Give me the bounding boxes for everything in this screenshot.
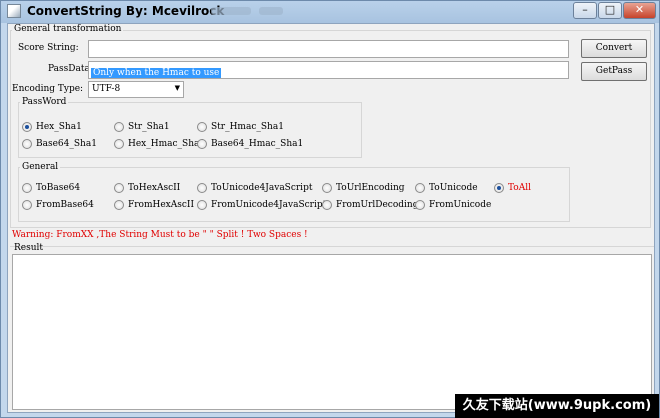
radio-hex-sha1[interactable]: Hex_Sha1 xyxy=(22,122,82,132)
radio-fromurldecoding[interactable]: FromUrlDecoding xyxy=(322,200,418,210)
site-watermark: 久友下载站(www.9upk.com) xyxy=(455,394,659,418)
radio-label: Str_Hmac_Sha1 xyxy=(211,122,284,132)
radio-indicator xyxy=(197,200,207,210)
radio-label: FromUrlDecoding xyxy=(336,200,419,210)
general-group-label: General xyxy=(20,162,61,172)
radio-indicator xyxy=(22,200,32,210)
radio-hex-hmac-sha1[interactable]: Hex_Hmac_Sha1 xyxy=(114,139,205,149)
app-icon xyxy=(7,4,21,18)
score-string-input[interactable] xyxy=(88,40,569,58)
title-blur xyxy=(211,7,251,15)
radio-indicator xyxy=(114,122,124,132)
password-group-label: PassWord xyxy=(20,97,69,107)
encoding-value: UTF-8 xyxy=(92,84,121,94)
radio-label: FromUnicode xyxy=(429,200,492,210)
radio-label: Hex_Sha1 xyxy=(36,122,82,132)
chevron-down-icon: ▼ xyxy=(174,84,180,92)
radio-label: ToUrlEncoding xyxy=(336,183,405,193)
radio-label: ToAll xyxy=(508,183,531,193)
radio-tobase64[interactable]: ToBase64 xyxy=(22,183,80,193)
radio-tourlencoding[interactable]: ToUrlEncoding xyxy=(322,183,405,193)
divider xyxy=(10,246,654,247)
radio-fromunicode[interactable]: FromUnicode xyxy=(415,200,491,210)
radio-tounicode[interactable]: ToUnicode xyxy=(415,183,478,193)
title-bar[interactable]: ConvertString By: Mcevilrock – □ ✕ xyxy=(1,1,659,22)
radio-label: FromBase64 xyxy=(36,200,94,210)
radio-label: ToUnicode4JavaScript xyxy=(211,183,313,193)
radio-str-hmac-sha1[interactable]: Str_Hmac_Sha1 xyxy=(197,122,284,132)
radio-label: FromUnicode4JavaScript xyxy=(211,200,327,210)
radio-base64-hmac-sha1[interactable]: Base64_Hmac_Sha1 xyxy=(197,139,303,149)
passdata-value: Only when the Hmac to use xyxy=(91,68,222,78)
radio-indicator xyxy=(114,200,124,210)
radio-indicator xyxy=(22,122,32,132)
radio-tohexascii[interactable]: ToHexAscII xyxy=(114,183,180,193)
radio-indicator xyxy=(114,139,124,149)
title-blur xyxy=(259,7,283,15)
radio-indicator xyxy=(415,200,425,210)
score-label: Score String: xyxy=(18,43,79,53)
radio-indicator xyxy=(197,139,207,149)
radio-toall[interactable]: ToAll xyxy=(494,183,531,193)
radio-label: ToBase64 xyxy=(36,183,81,193)
radio-fromunicode4javascript[interactable]: FromUnicode4JavaScript xyxy=(197,200,326,210)
radio-str-sha1[interactable]: Str_Sha1 xyxy=(114,122,170,132)
radio-label: FromHexAscII xyxy=(128,200,195,210)
radio-indicator xyxy=(322,200,332,210)
radio-frombase64[interactable]: FromBase64 xyxy=(22,200,94,210)
encoding-select[interactable]: UTF-8 ▼ xyxy=(88,81,184,98)
result-textarea[interactable] xyxy=(12,254,652,410)
radio-tounicode4javascript[interactable]: ToUnicode4JavaScript xyxy=(197,183,312,193)
radio-label: ToUnicode xyxy=(429,183,478,193)
convert-button[interactable]: Convert xyxy=(581,39,647,58)
radio-label: ToHexAscII xyxy=(128,183,181,193)
radio-base64-sha1[interactable]: Base64_Sha1 xyxy=(22,139,97,149)
group-label: General transformation xyxy=(12,24,124,34)
radio-label: Base64_Sha1 xyxy=(36,139,97,149)
radio-label: Hex_Hmac_Sha1 xyxy=(128,139,206,149)
radio-label: Str_Sha1 xyxy=(128,122,170,132)
passdata-label: PassData: xyxy=(48,64,93,74)
passdata-input[interactable]: Only when the Hmac to use xyxy=(88,61,569,79)
radio-fromhexascii[interactable]: FromHexAscII xyxy=(114,200,194,210)
general-group xyxy=(18,167,570,222)
close-button[interactable]: ✕ xyxy=(623,2,656,19)
window-title: ConvertString By: Mcevilrock xyxy=(27,4,225,18)
radio-indicator xyxy=(22,183,32,193)
radio-indicator xyxy=(114,183,124,193)
radio-indicator xyxy=(415,183,425,193)
client-area: General transformation Score String: Pas… xyxy=(7,23,655,413)
warning-text: Warning: FromXX ,The String Must to be "… xyxy=(12,230,308,240)
radio-indicator xyxy=(197,122,207,132)
radio-indicator xyxy=(197,183,207,193)
radio-label: Base64_Hmac_Sha1 xyxy=(211,139,304,149)
maximize-button[interactable]: □ xyxy=(598,2,622,19)
result-label: Result xyxy=(14,243,44,253)
radio-indicator xyxy=(322,183,332,193)
encoding-label: Encoding Type: xyxy=(12,84,84,94)
minimize-button[interactable]: – xyxy=(573,2,597,19)
radio-indicator xyxy=(494,183,504,193)
getpass-button[interactable]: GetPass xyxy=(581,62,647,81)
app-window: ConvertString By: Mcevilrock – □ ✕ Gener… xyxy=(0,0,660,418)
radio-indicator xyxy=(22,139,32,149)
